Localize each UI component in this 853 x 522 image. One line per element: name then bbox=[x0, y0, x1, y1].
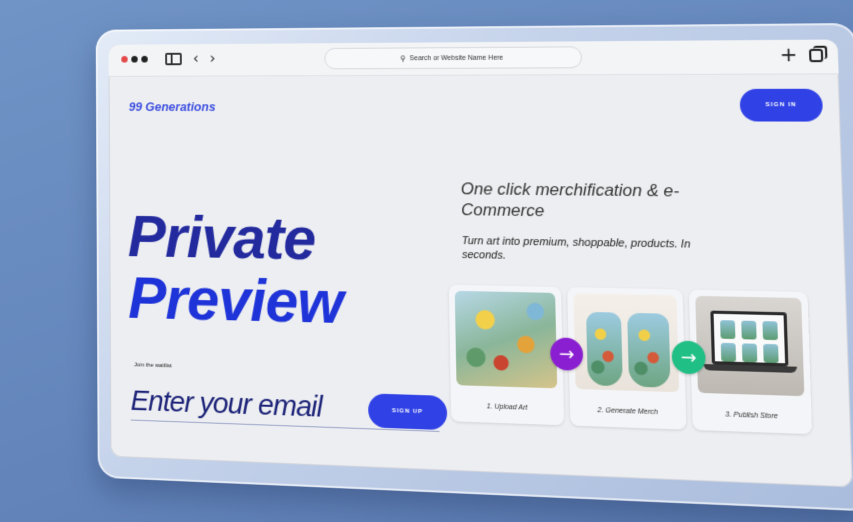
chevron-left-icon[interactable]: ‹ bbox=[193, 49, 199, 67]
subtext: Turn art into premium, shoppable, produc… bbox=[462, 234, 718, 266]
sidebar-toggle-icon[interactable] bbox=[165, 53, 182, 65]
step-card-merch: 2. Generate Merch bbox=[567, 287, 686, 430]
arrow-right-icon: → bbox=[550, 337, 583, 370]
steps-row: 1. Upload Art → 2. Generate Merch → 3. P… bbox=[449, 285, 825, 439]
laptop-base bbox=[703, 364, 797, 373]
hero-title-line-1: Private bbox=[128, 206, 343, 271]
tablet-device: ‹ › ⚲ Search or Website Name Here + 99 G… bbox=[108, 40, 852, 488]
maximize-window-dot[interactable] bbox=[141, 56, 147, 63]
brand-logo[interactable]: 99 Generations bbox=[129, 99, 216, 113]
address-bar[interactable]: ⚲ Search or Website Name Here bbox=[324, 46, 582, 69]
dress-image bbox=[627, 313, 670, 388]
waitlist-label: Join the waitlist bbox=[134, 362, 172, 369]
merch-image bbox=[573, 293, 679, 392]
artwork-image bbox=[455, 291, 558, 389]
tagline: One click merchification & e-Commerce bbox=[461, 178, 748, 223]
sign-up-button[interactable]: SIGN UP bbox=[368, 393, 447, 430]
plus-icon[interactable]: + bbox=[779, 42, 798, 67]
chevron-right-icon[interactable]: › bbox=[209, 49, 215, 67]
step-caption: 2. Generate Merch bbox=[570, 406, 686, 417]
scene: ‹ › ⚲ Search or Website Name Here + 99 G… bbox=[0, 0, 853, 522]
tabs-icon[interactable] bbox=[809, 49, 823, 62]
hero-title: Private Preview bbox=[128, 206, 344, 335]
close-window-dot[interactable] bbox=[121, 56, 127, 63]
store-image bbox=[695, 296, 804, 396]
minimize-window-dot[interactable] bbox=[131, 56, 137, 63]
address-text: Search or Website Name Here bbox=[410, 54, 504, 61]
window-controls bbox=[121, 56, 148, 63]
laptop-screen bbox=[710, 311, 788, 367]
step-caption: 3. Publish Store bbox=[692, 410, 811, 421]
search-icon: ⚲ bbox=[400, 54, 406, 63]
hero-title-line-2: Preview bbox=[128, 268, 343, 335]
swimsuit-image bbox=[586, 312, 623, 386]
step-card-upload: 1. Upload Art bbox=[449, 285, 565, 426]
step-card-store: 3. Publish Store bbox=[689, 290, 812, 435]
browser-toolbar: ‹ › ⚲ Search or Website Name Here + bbox=[108, 40, 838, 77]
step-caption: 1. Upload Art bbox=[451, 402, 564, 413]
sign-in-button[interactable]: SIGN IN bbox=[739, 89, 823, 122]
browser-window: ‹ › ⚲ Search or Website Name Here + 99 G… bbox=[108, 40, 852, 488]
